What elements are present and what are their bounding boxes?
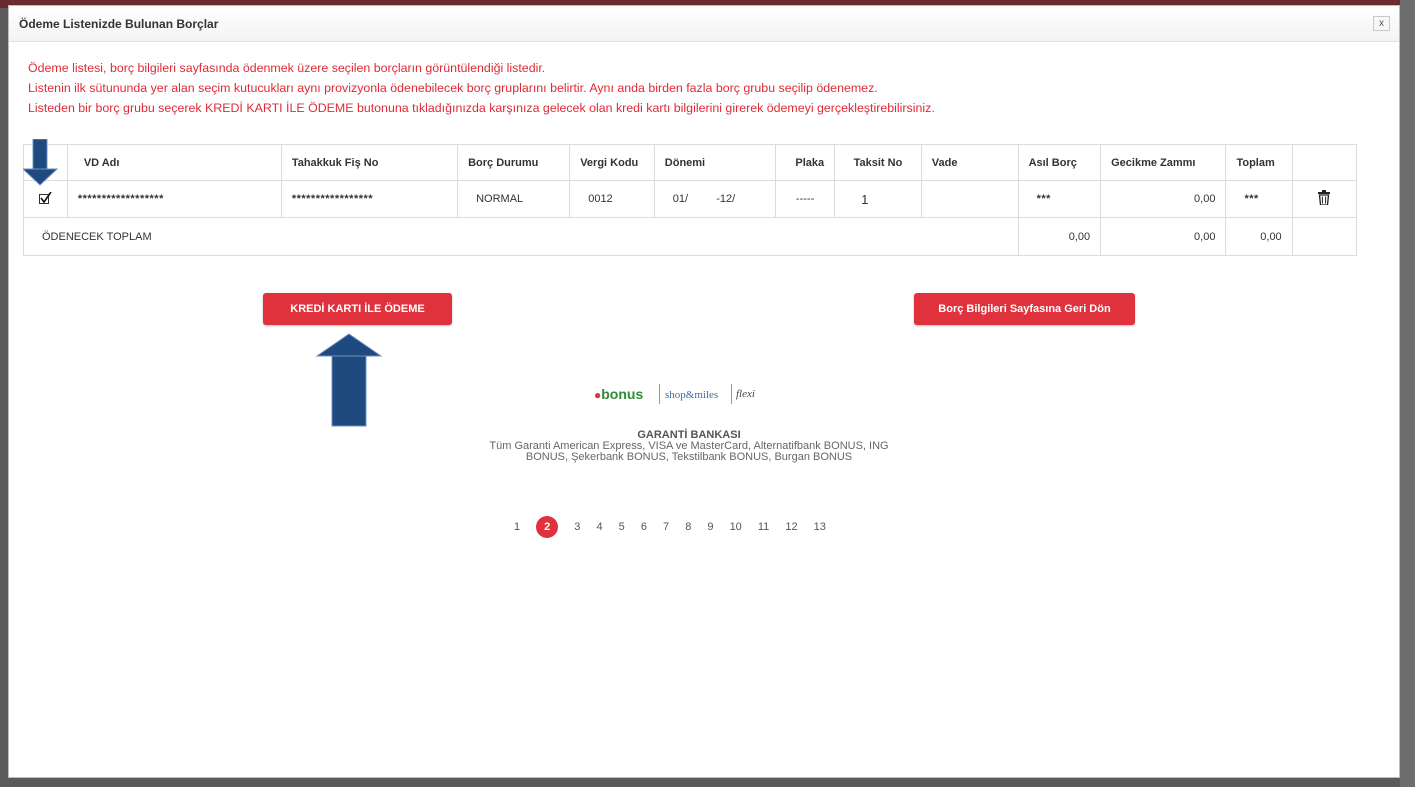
table-header-row: VD Adı Tahakkuk Fiş No Borç Durumu Vergi… (23, 144, 1358, 181)
debt-list-dialog: Ödeme Listenizde Bulunan Borçlar x Ödeme… (8, 5, 1400, 778)
bonus-logo: ●bonus (594, 386, 644, 402)
credit-card-pay-button[interactable]: KREDİ KARTI İLE ÖDEME (263, 293, 452, 325)
page-link-2-active[interactable]: 2 (536, 516, 559, 538)
info-line-1: Ödeme listesi, borç bilgileri sayfasında… (28, 61, 546, 75)
cell-vd-adi: ****************** (66, 180, 282, 218)
cell-plaka: ----- (775, 180, 836, 218)
cell-vade (920, 180, 1019, 218)
col-vergi-kodu: Vergi Kodu (569, 144, 655, 181)
close-icon[interactable]: x (1379, 18, 1384, 29)
dialog-title: Ödeme Listenizde Bulunan Borçlar (19, 17, 219, 31)
info-line-3: Listeden bir borç grubu seçerek KREDİ KA… (28, 101, 935, 115)
info-line-2: Listenin ilk sütununda yer alan seçim ku… (28, 81, 878, 95)
page-link-1[interactable]: 1 (514, 516, 520, 538)
total-gecikme: 0,00 (1100, 217, 1227, 256)
total-empty (1291, 217, 1358, 256)
bank-info: GARANTİ BANKASI Tüm Garanti American Exp… (429, 430, 949, 463)
col-toplam: Toplam (1225, 144, 1293, 181)
pagination: 1 2 3 4 5 6 7 8 9 10 11 12 13 (514, 516, 839, 538)
up-arrow-annotation (315, 333, 383, 427)
cell-taksit-no: 1 (834, 180, 922, 218)
col-borc-durumu: Borç Durumu (457, 144, 571, 181)
page-link-4[interactable]: 4 (596, 516, 602, 538)
total-label: ÖDENECEK TOPLAM (23, 217, 1019, 256)
donem-end: -12/ (716, 193, 736, 205)
delete-cell[interactable] (1291, 180, 1358, 218)
checkbox-checked-icon[interactable] (39, 191, 53, 204)
cell-vergi-kodu: 0012 (569, 180, 655, 218)
page-link-7[interactable]: 7 (663, 516, 669, 538)
col-vade: Vade (920, 144, 1019, 181)
background-right-edge (1400, 0, 1415, 787)
col-fis-no: Tahakkuk Fiş No (280, 144, 459, 181)
down-arrow-annotation (23, 139, 59, 186)
shopmiles-logo: shop&miles (665, 389, 719, 401)
cell-gecikme-zammi: 0,00 (1100, 180, 1227, 218)
page-link-11[interactable]: 11 (758, 516, 769, 538)
donem-start: 01/ (672, 193, 689, 205)
page-link-13[interactable]: 13 (814, 516, 826, 538)
page-link-12[interactable]: 12 (785, 516, 797, 538)
total-asil-borc: 0,00 (1017, 217, 1102, 256)
cell-asil-borc: *** (1017, 180, 1102, 218)
col-gecikme-zammi: Gecikme Zammı (1100, 144, 1227, 181)
dialog-titlebar: Ödeme Listenizde Bulunan Borçlar x (9, 6, 1399, 42)
table-row: ****************** ***************** NOR… (23, 180, 1358, 218)
trash-icon[interactable] (1318, 190, 1331, 208)
close-button[interactable]: x (1373, 16, 1390, 31)
page-link-6[interactable]: 6 (641, 516, 647, 538)
cell-borc-durumu: NORMAL (457, 180, 571, 218)
page-link-10[interactable]: 10 (730, 516, 742, 538)
col-actions (1291, 144, 1358, 181)
page-link-3[interactable]: 3 (574, 516, 580, 538)
flexi-logo: flexi (736, 388, 755, 400)
debt-table: VD Adı Tahakkuk Fiş No Borç Durumu Vergi… (23, 144, 1358, 256)
total-row: ÖDENECEK TOPLAM 0,00 0,00 0,00 (23, 217, 1358, 256)
col-plaka: Plaka (775, 144, 836, 181)
total-toplam: 0,00 (1225, 217, 1293, 256)
col-taksit-no: Taksit No (834, 144, 922, 181)
page-link-5[interactable]: 5 (619, 516, 625, 538)
col-vd-adi: VD Adı (66, 144, 282, 181)
cell-donemi: 01/ -12/ (653, 180, 777, 218)
cell-fis-no: ***************** (280, 180, 459, 218)
col-asil-borc: Asıl Borç (1017, 144, 1102, 181)
page-link-8[interactable]: 8 (685, 516, 691, 538)
info-text: Ödeme listesi, borç bilgileri sayfasında… (28, 58, 935, 118)
back-to-debts-button[interactable]: Borç Bilgileri Sayfasına Geri Dön (914, 293, 1135, 325)
col-donemi: Dönemi (653, 144, 777, 181)
card-brand-logos: ●bonus shop&miles flexi (594, 382, 794, 408)
page-link-9[interactable]: 9 (707, 516, 713, 538)
cell-toplam: *** (1225, 180, 1293, 218)
bank-cards-line-2: BONUS, Şekerbank BONUS, Tekstilbank BONU… (525, 451, 853, 463)
